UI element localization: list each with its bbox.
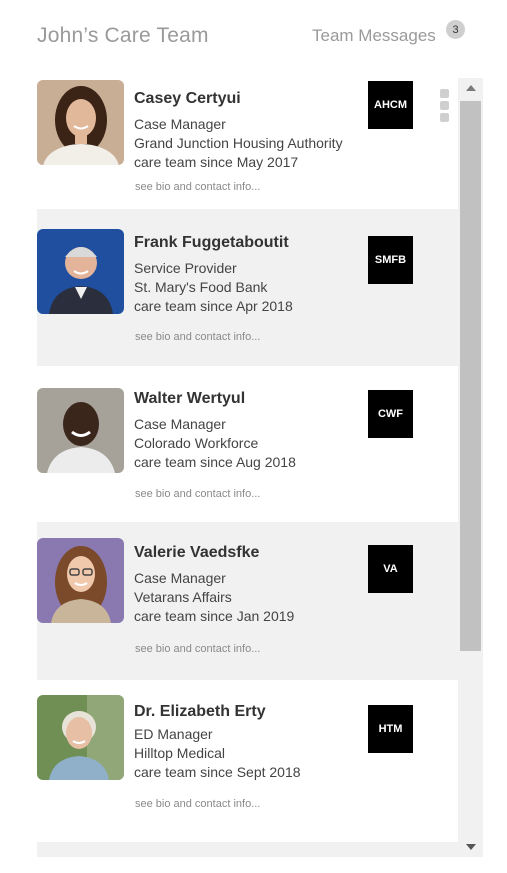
page-title: John’s Care Team — [37, 24, 209, 47]
avatar — [37, 695, 124, 780]
avatar — [37, 80, 124, 165]
avatar-photo-walter — [37, 388, 124, 473]
avatar-photo-frank — [37, 229, 124, 314]
member-organization: Vetarans Affairs — [134, 589, 232, 605]
member-card-casey: Casey Certyui Case Manager Grand Junctio… — [37, 69, 458, 209]
bio-contact-link[interactable]: see bio and contact info... — [135, 181, 260, 193]
member-name: Valerie Vaedsfke — [134, 544, 260, 561]
member-name: Casey Certyui — [134, 90, 241, 107]
member-card-walter: Walter Wertyul Case Manager Colorado Wor… — [37, 366, 458, 522]
kebab-menu-icon[interactable] — [440, 89, 450, 123]
bio-contact-link[interactable]: see bio and contact info... — [135, 798, 260, 810]
avatar — [37, 229, 124, 314]
avatar-photo-elizabeth — [37, 695, 124, 780]
bio-contact-link[interactable]: see bio and contact info... — [135, 331, 260, 343]
member-since: care team since Jan 2019 — [134, 608, 295, 624]
list-scrollbar[interactable] — [458, 78, 483, 857]
org-logo: CWF — [368, 390, 413, 438]
triangle-down-icon[interactable] — [458, 837, 483, 857]
member-since: care team since Sept 2018 — [134, 764, 301, 780]
triangle-up-icon[interactable] — [458, 78, 483, 98]
member-role: Service Provider — [134, 260, 237, 276]
bio-contact-link[interactable]: see bio and contact info... — [135, 643, 260, 655]
member-organization: St. Mary's Food Bank — [134, 279, 268, 295]
avatar-photo-casey — [37, 80, 124, 165]
avatar — [37, 538, 124, 623]
org-logo: HTM — [368, 705, 413, 753]
member-card-elizabeth: Dr. Elizabeth Erty ED Manager Hilltop Me… — [37, 680, 458, 842]
member-organization: Hilltop Medical — [134, 745, 226, 761]
member-since: care team since Apr 2018 — [134, 298, 293, 314]
member-name: Walter Wertyul — [134, 390, 246, 407]
avatar-photo-valerie — [37, 538, 124, 623]
bio-contact-link[interactable]: see bio and contact info... — [135, 488, 260, 500]
org-logo: AHCM — [368, 81, 413, 129]
scrollbar-thumb[interactable] — [460, 101, 481, 651]
org-logo: VA — [368, 545, 413, 593]
member-organization: Colorado Workforce — [134, 435, 259, 451]
member-since: care team since May 2017 — [134, 154, 299, 170]
member-card-frank: Frank Fuggetaboutit Service Provider St.… — [37, 209, 458, 366]
care-team-list: Casey Certyui Case Manager Grand Junctio… — [37, 69, 483, 857]
member-card-partial — [37, 842, 458, 857]
member-name: Frank Fuggetaboutit — [134, 234, 289, 251]
member-role: ED Manager — [134, 726, 213, 742]
member-card-valerie: Valerie Vaedsfke Case Manager Vetarans A… — [37, 522, 458, 680]
member-name: Dr. Elizabeth Erty — [134, 703, 266, 720]
messages-count-badge[interactable]: 3 — [446, 20, 465, 39]
member-role: Case Manager — [134, 116, 226, 132]
org-logo: SMFB — [368, 236, 413, 284]
avatar — [37, 388, 124, 473]
member-since: care team since Aug 2018 — [134, 454, 296, 470]
member-role: Case Manager — [134, 416, 226, 432]
member-organization: Grand Junction Housing Authority — [134, 135, 343, 151]
member-role: Case Manager — [134, 570, 226, 586]
team-messages-link[interactable]: Team Messages — [312, 26, 436, 46]
